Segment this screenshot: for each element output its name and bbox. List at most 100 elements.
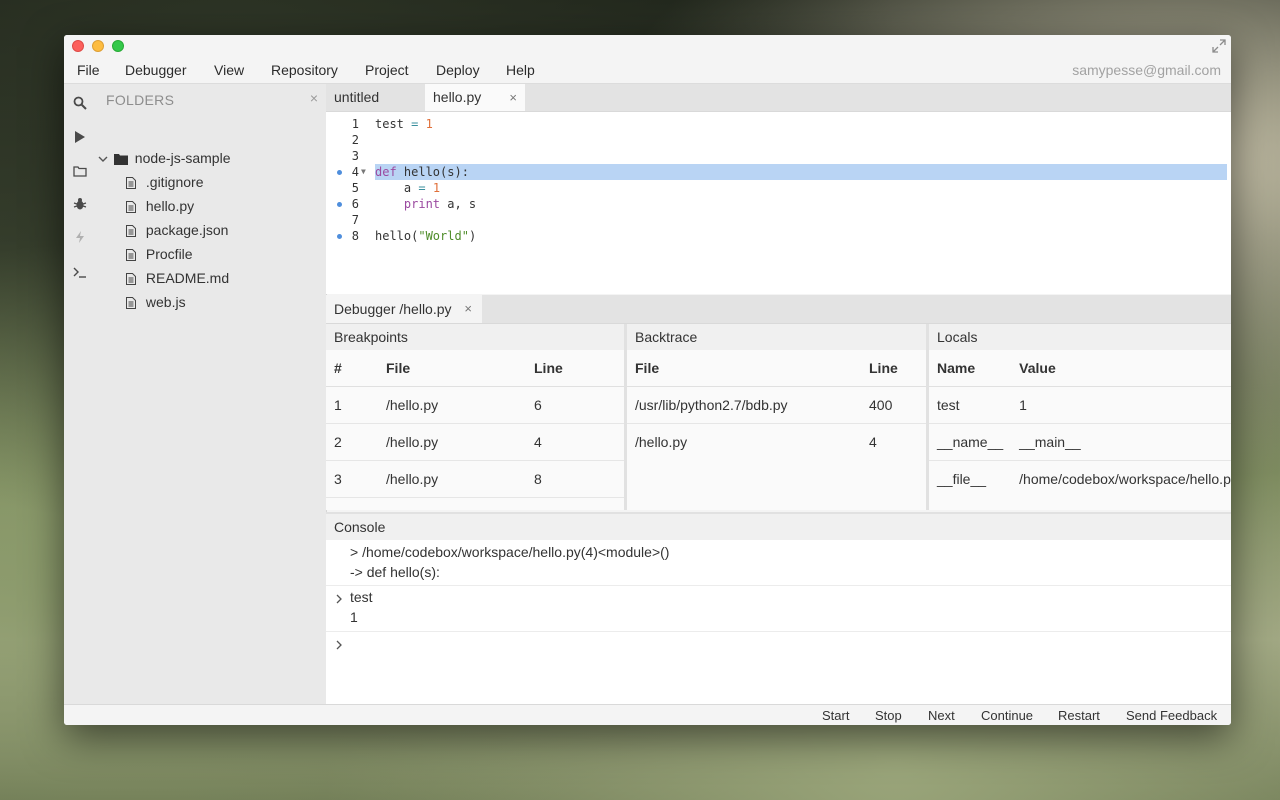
console-output: -> def hello(s):	[350, 564, 440, 580]
cell: /hello.py	[378, 423, 526, 461]
console-divider	[326, 585, 1231, 586]
file-label: web.js	[145, 294, 186, 310]
fold-arrow-icon[interactable]: ▼	[361, 164, 366, 180]
folder-icon[interactable]	[73, 164, 87, 178]
sidebar-close-icon[interactable]: ×	[310, 90, 318, 106]
column-header: Line	[526, 350, 624, 387]
file-item-gitignore[interactable]: .gitignore	[126, 172, 203, 192]
close-window-button[interactable]	[72, 40, 84, 52]
chevron-down-icon[interactable]	[98, 154, 108, 164]
debugger-tabs: Debugger /hello.py ×	[326, 295, 1231, 324]
tab-hello-py[interactable]: hello.py ×	[425, 84, 525, 111]
table-row[interactable]: test 1	[929, 386, 1231, 424]
tab-close-icon[interactable]: ×	[464, 295, 472, 323]
line-number[interactable]: 3	[326, 148, 359, 164]
table-header-row: Name Value	[929, 350, 1231, 387]
code-text: hello("World")	[375, 229, 477, 243]
tab-untitled[interactable]: untitled	[326, 84, 425, 111]
file-icon	[126, 297, 136, 310]
title-bar	[64, 35, 1231, 57]
console-input[interactable]	[348, 634, 1221, 656]
console-command: test	[350, 589, 373, 605]
line-number[interactable]: 1	[326, 116, 359, 132]
tab-label: Debugger /hello.py	[334, 301, 452, 317]
file-label: README.md	[145, 270, 230, 286]
start-button[interactable]: Start	[822, 708, 849, 723]
table-row[interactable]: __file__ /home/codebox/workspace/hello.p…	[929, 461, 1231, 498]
line-number[interactable]: 7	[326, 212, 359, 228]
folder-label: node-js-sample	[134, 150, 231, 166]
next-button[interactable]: Next	[928, 708, 955, 723]
file-icon	[126, 249, 136, 262]
menu-file[interactable]: File	[77, 62, 100, 78]
send-feedback-button[interactable]: Send Feedback	[1126, 708, 1217, 723]
file-icon	[126, 177, 136, 190]
code-editor[interactable]: 1 test = 1 2 3 4 ▼ def hello(s): 5 a = 1	[326, 112, 1231, 294]
fullscreen-icon[interactable]	[1211, 38, 1227, 54]
table-row[interactable]: /hello.py 4	[627, 424, 926, 461]
cell: __main__	[1011, 423, 1231, 461]
code-line: 5 a = 1	[326, 180, 1231, 196]
file-item-readme-md[interactable]: README.md	[126, 268, 229, 288]
code-line: 1 test = 1	[326, 116, 1231, 132]
zoom-window-button[interactable]	[112, 40, 124, 52]
folder-icon	[113, 154, 128, 166]
menu-help[interactable]: Help	[506, 62, 535, 78]
file-item-web-js[interactable]: web.js	[126, 292, 186, 312]
status-bar: Start Stop Next Continue Restart Send Fe…	[64, 704, 1231, 725]
tab-close-icon[interactable]: ×	[509, 84, 517, 111]
code-line: 3	[326, 148, 1231, 164]
line-number[interactable]: 6	[326, 196, 359, 212]
column-header: Name	[929, 350, 1012, 387]
file-item-hello-py[interactable]: hello.py	[126, 196, 194, 216]
cell: 1	[326, 386, 378, 424]
menu-deploy[interactable]: Deploy	[436, 62, 480, 78]
debug-bug-icon[interactable]	[73, 197, 87, 211]
restart-button[interactable]: Restart	[1058, 708, 1100, 723]
table-row[interactable]: 3 /hello.py 8	[326, 460, 624, 498]
table-row[interactable]: __name__ __main__	[929, 423, 1231, 461]
panel-title: Locals	[929, 324, 1231, 350]
minimize-window-button[interactable]	[92, 40, 104, 52]
lightning-icon[interactable]	[73, 230, 87, 244]
column-header: File	[627, 350, 861, 387]
tab-label: untitled	[334, 89, 380, 105]
chevron-right-icon	[336, 594, 342, 604]
backtrace-table: File Line /usr/lib/python2.7/bdb.py 400 …	[627, 350, 926, 460]
table-row[interactable]: 1 /hello.py 6	[326, 386, 624, 424]
table-header-row: File Line	[627, 350, 926, 387]
locals-panel: Locals Name Value test 1 __name__ __main…	[929, 324, 1231, 510]
line-number[interactable]: 5	[326, 180, 359, 196]
table-row[interactable]: /usr/lib/python2.7/bdb.py 400	[627, 386, 926, 424]
line-number[interactable]: 4	[326, 164, 359, 180]
activity-bar	[64, 84, 96, 704]
menu-project[interactable]: Project	[365, 62, 409, 78]
menu-view[interactable]: View	[214, 62, 244, 78]
cell: __name__	[929, 423, 1012, 461]
menu-bar: File Debugger View Repository Project De…	[64, 57, 1231, 84]
cell: 400	[861, 386, 926, 424]
run-icon[interactable]	[73, 130, 87, 144]
ide-window: File Debugger View Repository Project De…	[64, 35, 1231, 725]
folder-node-js-sample[interactable]: node-js-sample	[98, 148, 231, 168]
continue-button[interactable]: Continue	[981, 708, 1033, 723]
line-number[interactable]: 2	[326, 132, 359, 148]
console-result: 1	[350, 609, 358, 625]
user-email[interactable]: samypesse@gmail.com	[1072, 62, 1221, 78]
column-header: Line	[861, 350, 926, 387]
breakpoints-table: # File Line 1 /hello.py 6 2 /hello.py 4 …	[326, 350, 624, 498]
search-icon[interactable]	[73, 96, 87, 110]
cell: /usr/lib/python2.7/bdb.py	[627, 386, 861, 424]
menu-repository[interactable]: Repository	[271, 62, 338, 78]
table-row[interactable]: 2 /hello.py 4	[326, 423, 624, 461]
tab-debugger[interactable]: Debugger /hello.py ×	[326, 295, 482, 323]
code-line: 7	[326, 212, 1231, 228]
file-item-package-json[interactable]: package.json	[126, 220, 228, 240]
file-label: package.json	[145, 222, 229, 238]
terminal-icon[interactable]	[73, 265, 87, 279]
line-number[interactable]: 8	[326, 228, 359, 244]
file-item-procfile[interactable]: Procfile	[126, 244, 193, 264]
file-icon	[126, 201, 136, 214]
stop-button[interactable]: Stop	[875, 708, 902, 723]
menu-debugger[interactable]: Debugger	[125, 62, 187, 78]
